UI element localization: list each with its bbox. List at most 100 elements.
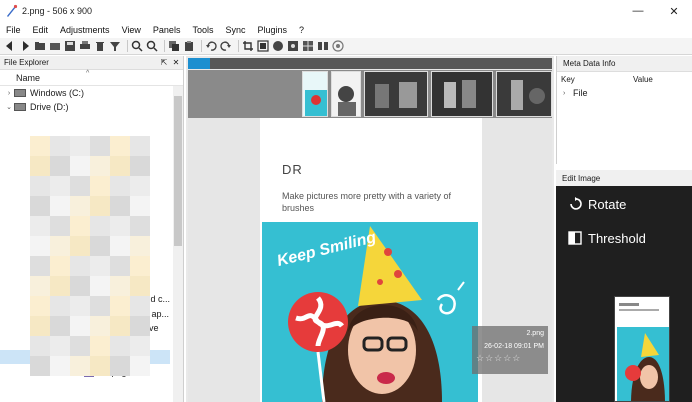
- blur-block: [70, 136, 90, 156]
- blur-block: [50, 196, 70, 216]
- print-icon[interactable]: [79, 40, 91, 52]
- close-button[interactable]: ✕: [656, 0, 692, 22]
- zoom-out-icon[interactable]: [146, 40, 158, 52]
- pin-icon[interactable]: ⇱: [159, 58, 169, 67]
- blur-block: [50, 216, 70, 236]
- toolbar-separator: [201, 40, 202, 52]
- thumbnail-3[interactable]: [364, 71, 428, 117]
- image-info-overlay: 2.png 26-02-18 09:01 PM ☆☆☆☆☆: [472, 326, 548, 374]
- blur-block: [30, 336, 50, 356]
- blur-block: [30, 356, 50, 376]
- blur-block: [130, 196, 150, 216]
- blur-block: [110, 136, 130, 156]
- rotate-button[interactable]: Rotate: [568, 194, 626, 214]
- info-filename: 2.png: [526, 330, 544, 337]
- menu-panels[interactable]: Panels: [147, 25, 187, 35]
- sort-caret-icon: ^: [86, 70, 90, 77]
- thumbnail-4[interactable]: [431, 71, 493, 117]
- blur-block: [70, 236, 90, 256]
- color-icon[interactable]: [272, 40, 284, 52]
- value-column-header[interactable]: Value: [633, 75, 653, 84]
- blur-block: [50, 356, 70, 376]
- blur-block: [70, 276, 90, 296]
- meta-data-panel: Meta Data Info Key Value › File: [556, 56, 692, 164]
- blur-block: [130, 336, 150, 356]
- threshold-button[interactable]: Threshold: [568, 228, 646, 248]
- menu-plugins[interactable]: Plugins: [251, 25, 293, 35]
- settings-icon[interactable]: [287, 40, 299, 52]
- blur-block: [130, 236, 150, 256]
- menu-edit[interactable]: Edit: [27, 25, 55, 35]
- blur-block: [90, 276, 110, 296]
- rotate-left-icon[interactable]: [205, 40, 217, 52]
- expand-arrow-icon[interactable]: ⌄: [4, 103, 14, 111]
- rotate-icon: [568, 197, 582, 211]
- thumbnail-2[interactable]: [331, 71, 361, 117]
- scrollbar-thumb[interactable]: [174, 96, 182, 246]
- thumbnail-1[interactable]: [302, 71, 328, 117]
- save-icon[interactable]: [64, 40, 76, 52]
- blur-block: [110, 296, 130, 316]
- expand-arrow-icon[interactable]: ›: [4, 90, 14, 97]
- meta-data-columns: Key Value: [557, 72, 692, 86]
- menu-view[interactable]: View: [116, 25, 147, 35]
- folder-icon[interactable]: [49, 40, 61, 52]
- tree-item[interactable]: › Windows (C:): [0, 86, 183, 100]
- edit-image-title: Edit Image: [556, 170, 692, 186]
- blur-block: [70, 296, 90, 316]
- back-arrow-icon[interactable]: [4, 40, 16, 52]
- name-column-label: Name: [16, 72, 41, 83]
- menu-file[interactable]: File: [0, 25, 27, 35]
- help-icon[interactable]: [332, 40, 344, 52]
- blur-block: [90, 296, 110, 316]
- open-file-icon[interactable]: [34, 40, 46, 52]
- blur-block: [30, 156, 50, 176]
- grid-icon[interactable]: [302, 40, 314, 52]
- document-image: DR Make pictures more pretty with a vari…: [260, 118, 482, 402]
- blur-block: [50, 316, 70, 336]
- crop-icon[interactable]: [242, 40, 254, 52]
- tree-item[interactable]: ⌄ Drive (D:): [0, 100, 183, 114]
- rotate-right-icon[interactable]: [220, 40, 232, 52]
- expand-arrow-icon[interactable]: ›: [563, 90, 573, 97]
- rating-stars[interactable]: ☆☆☆☆☆: [476, 353, 544, 364]
- name-column-header[interactable]: Name ^: [0, 70, 183, 86]
- forward-arrow-icon[interactable]: [19, 40, 31, 52]
- thumbnail-5[interactable]: [496, 71, 552, 117]
- blur-block: [70, 316, 90, 336]
- toolbar-separator: [127, 40, 128, 52]
- zoom-in-icon[interactable]: [131, 40, 143, 52]
- menu-bar: File Edit Adjustments View Panels Tools …: [0, 22, 692, 38]
- blur-block: [50, 296, 70, 316]
- blur-block: [30, 236, 50, 256]
- blur-block: [90, 196, 110, 216]
- menu-tools[interactable]: Tools: [186, 25, 219, 35]
- minimize-button[interactable]: —: [620, 0, 656, 22]
- threshold-label: Threshold: [588, 230, 646, 246]
- menu-sync[interactable]: Sync: [219, 25, 251, 35]
- resize-icon[interactable]: [257, 40, 269, 52]
- meta-data-title: Meta Data Info: [557, 56, 692, 72]
- key-column-header[interactable]: Key: [561, 75, 633, 84]
- paste-icon[interactable]: [183, 40, 195, 52]
- close-icon[interactable]: ✕: [171, 58, 181, 67]
- file-explorer-scrollbar[interactable]: [173, 86, 183, 402]
- blur-block: [90, 236, 110, 256]
- blur-block: [30, 196, 50, 216]
- copy-icon[interactable]: [168, 40, 180, 52]
- menu-help[interactable]: ?: [293, 25, 310, 35]
- blur-block: [110, 336, 130, 356]
- blur-block: [110, 156, 130, 176]
- compare-icon[interactable]: [317, 40, 329, 52]
- info-date: 26-02-18 09:01 PM: [484, 343, 544, 350]
- menu-adjustments[interactable]: Adjustments: [54, 25, 116, 35]
- toolbar-separator: [164, 40, 165, 52]
- filter-icon[interactable]: [109, 40, 121, 52]
- blur-block: [30, 136, 50, 156]
- blur-block: [110, 316, 130, 336]
- delete-icon[interactable]: [94, 40, 106, 52]
- meta-row-file[interactable]: › File: [557, 86, 692, 100]
- preview-thumbnail[interactable]: [614, 296, 670, 402]
- doc-subtitle: Make pictures more pretty with a variety…: [282, 191, 452, 213]
- rotate-label: Rotate: [588, 196, 627, 212]
